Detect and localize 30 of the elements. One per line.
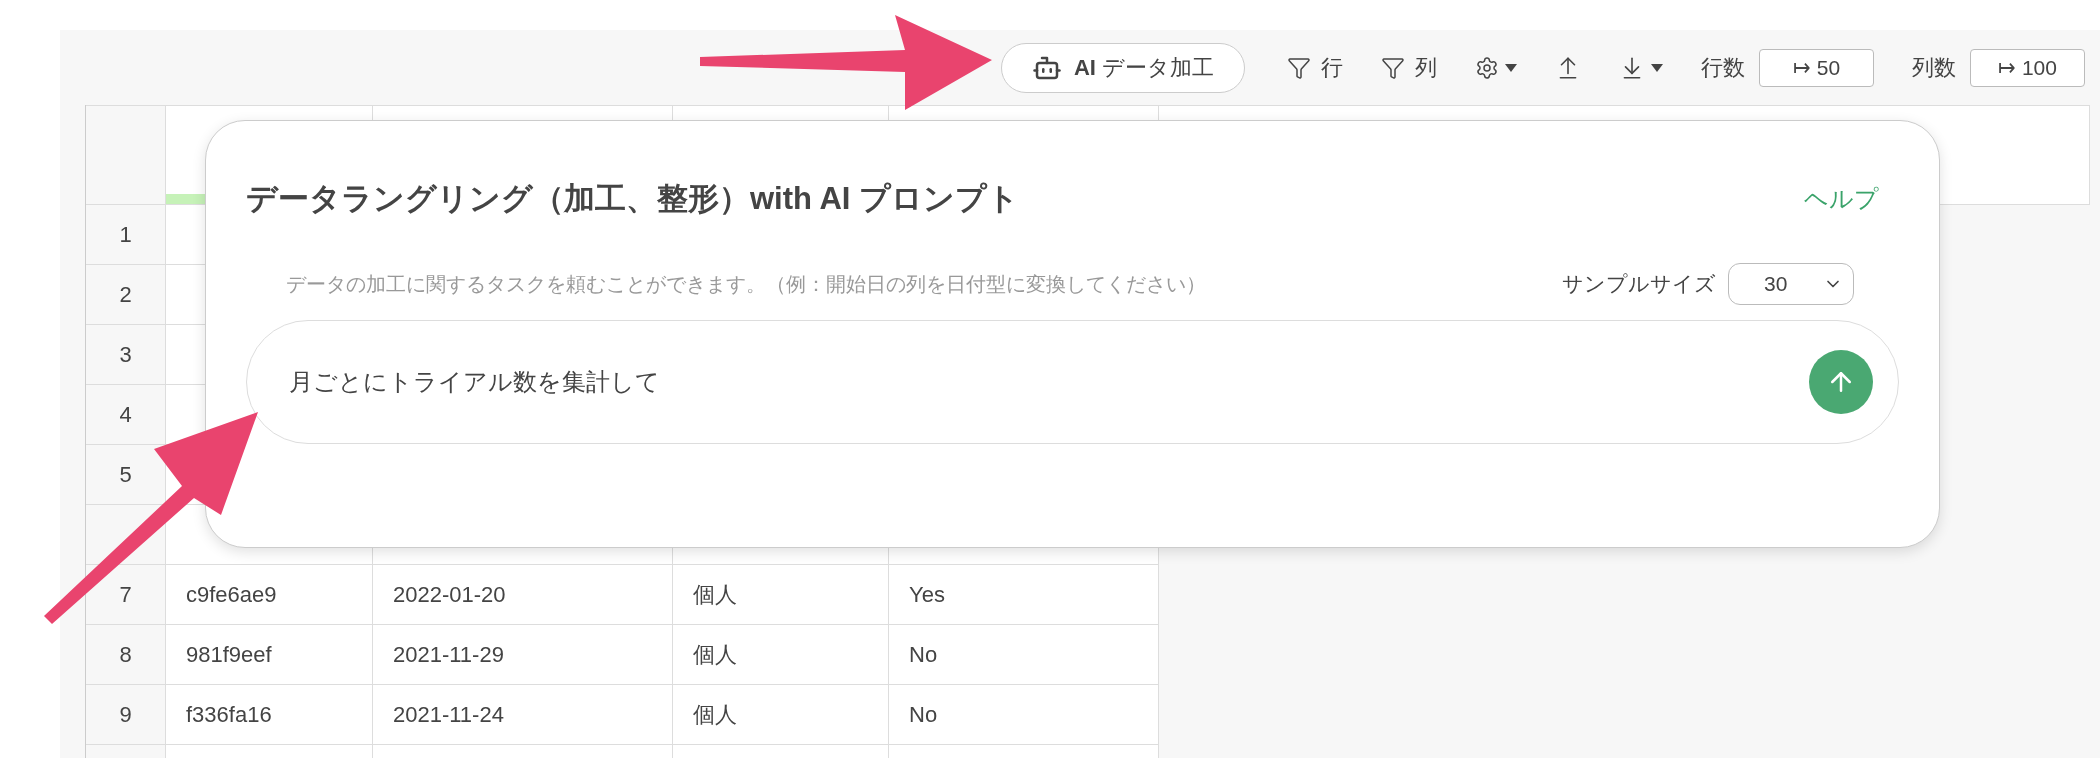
filter-icon — [1287, 55, 1311, 80]
table-cell: 個人 — [673, 685, 889, 744]
table-cell: 2022-01-20 — [373, 565, 673, 624]
ai-data-processing-button[interactable]: AI データ加工 — [1000, 42, 1245, 93]
table-cell: No — [889, 685, 1159, 744]
table-cell: 個人 — [673, 565, 889, 624]
count-label: 行数 — [1701, 54, 1745, 82]
settings-icon — [1475, 55, 1499, 80]
hint-text: データの加工に関するタスクを頼むことができます。（例：開始日の列を日付型に変換してください） — [286, 271, 1206, 297]
table-cell: 2021-11-29 — [373, 625, 673, 684]
dialog-title: データラングリング（加工、整形）with AI プロンプト — [246, 180, 1020, 218]
table-cell: 2021-11-24 — [373, 685, 673, 744]
filter-button[interactable]: 行 — [1287, 51, 1343, 84]
settings-button[interactable] — [1475, 55, 1517, 80]
table-cell: 個人 — [673, 625, 889, 684]
table-cell: Yes — [889, 565, 1159, 624]
sample-size-label: サンプルサイズ — [1562, 270, 1716, 297]
count-field[interactable]: ↦ 100 — [1970, 48, 2085, 87]
table-cell: No — [889, 625, 1159, 684]
table-cell: 981f9eef — [166, 625, 373, 684]
column-type-bar — [166, 194, 206, 204]
filter-button[interactable]: 列 — [1381, 51, 1437, 84]
count-label: 列数 — [1912, 54, 1956, 82]
count-field[interactable]: ↦ 50 — [1759, 48, 1874, 87]
caret-icon — [1651, 63, 1663, 72]
table-cell: f336fa16 — [166, 685, 373, 744]
sample-size-select[interactable]: 30 — [1728, 262, 1854, 305]
table-cell: c9fe6ae9 — [166, 565, 373, 624]
filter-icon — [1381, 55, 1405, 80]
caret-icon — [1505, 63, 1517, 72]
